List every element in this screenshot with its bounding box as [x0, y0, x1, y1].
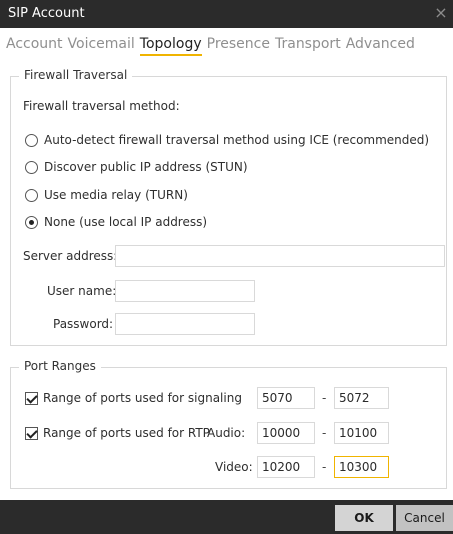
tab-presence[interactable]: Presence: [207, 36, 270, 54]
audio-port-from-input[interactable]: [257, 422, 315, 444]
radio-icon[interactable]: [25, 160, 38, 174]
tab-bar: Account Voicemail Topology Presence Transpor…: [6, 36, 420, 60]
radio-label-ice: Auto-detect firewall traversal method us…: [44, 133, 430, 147]
tab-advanced[interactable]: Advanced: [346, 36, 415, 54]
checkbox-checked-icon[interactable]: [25, 426, 38, 440]
audio-label: Audio:: [207, 426, 246, 440]
video-port-to-input[interactable]: [334, 456, 389, 478]
radio-option-ice[interactable]: Auto-detect firewall traversal method us…: [25, 131, 429, 149]
radio-icon[interactable]: [25, 133, 38, 147]
radio-option-none[interactable]: None (use local IP address): [25, 213, 207, 231]
user-name-input[interactable]: [115, 280, 255, 302]
radio-icon[interactable]: [25, 188, 38, 202]
rtp-checkbox-row[interactable]: Range of ports used for RTP: [25, 424, 210, 442]
firewall-traversal-title: Firewall Traversal: [19, 68, 133, 82]
checkbox-checked-icon[interactable]: [25, 391, 38, 405]
range-separator: -: [322, 426, 327, 440]
signaling-port-from-input[interactable]: [257, 387, 315, 409]
server-address-label: Server address:: [23, 249, 118, 263]
title-bar: SIP Account ×: [0, 0, 453, 28]
radio-label-none: None (use local IP address): [44, 215, 208, 229]
radio-option-stun[interactable]: Discover public IP address (STUN): [25, 158, 248, 176]
ok-button[interactable]: OK: [335, 505, 393, 531]
password-input[interactable]: [115, 313, 255, 335]
radio-checked-icon[interactable]: [25, 215, 38, 229]
firewall-method-label: Firewall traversal method:: [23, 99, 180, 113]
server-address-input[interactable]: [115, 245, 445, 267]
window-title: SIP Account: [8, 6, 85, 21]
password-label: Password:: [53, 317, 114, 331]
dialog-button-bar: OK Cancel: [0, 500, 453, 534]
rtp-label: Range of ports used for RTP: [43, 426, 210, 440]
video-label: Video:: [215, 460, 253, 474]
close-icon[interactable]: ×: [431, 1, 451, 25]
video-port-from-input[interactable]: [257, 456, 315, 478]
audio-port-to-input[interactable]: [334, 422, 389, 444]
signaling-label: Range of ports used for signaling: [43, 391, 242, 405]
tab-account[interactable]: Account: [6, 36, 63, 54]
sip-account-dialog: SIP Account × Account Voicemail Topology Pr…: [0, 0, 453, 534]
firewall-traversal-group: Firewall Traversal Firewall traversal me…: [10, 68, 447, 346]
range-separator: -: [322, 460, 327, 474]
port-ranges-title: Port Ranges: [19, 359, 101, 373]
tab-voicemail[interactable]: Voicemail: [68, 36, 135, 54]
radio-option-turn[interactable]: Use media relay (TURN): [25, 186, 188, 204]
cancel-button[interactable]: Cancel: [396, 505, 453, 531]
range-separator: -: [322, 391, 327, 405]
radio-label-turn: Use media relay (TURN): [44, 188, 188, 202]
user-name-label: User name:: [47, 284, 117, 298]
tab-transport[interactable]: Transport: [275, 36, 341, 54]
signaling-checkbox-row[interactable]: Range of ports used for signaling: [25, 389, 242, 407]
radio-label-stun: Discover public IP address (STUN): [44, 160, 248, 174]
signaling-port-to-input[interactable]: [334, 387, 389, 409]
tab-topology[interactable]: Topology: [139, 36, 202, 56]
port-ranges-group: Port Ranges Range of ports used for sign…: [10, 359, 447, 489]
